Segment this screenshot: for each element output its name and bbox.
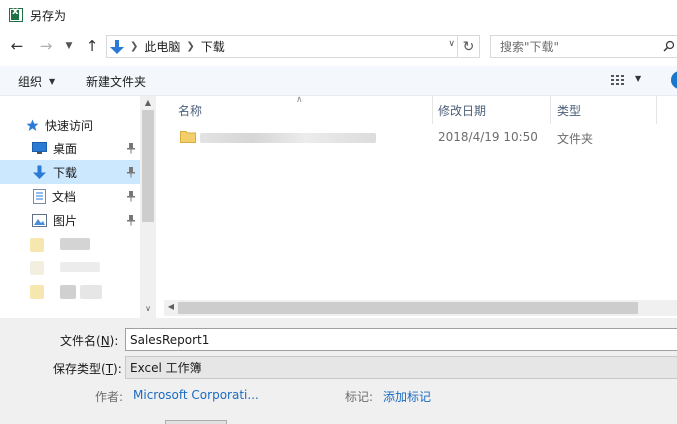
organize-button[interactable]: 组织 ▼	[18, 73, 55, 90]
column-header-label: 名称	[178, 103, 203, 118]
author-link[interactable]: Microsoft Corporati...	[133, 388, 259, 402]
filename-label: 文件名(N):	[60, 334, 119, 348]
scroll-left-arrow-icon[interactable]: ◀	[164, 302, 178, 314]
search-icon[interactable]	[663, 40, 675, 52]
horizontal-scrollbar[interactable]: ◀	[164, 300, 677, 316]
window-title: 另存为	[30, 8, 67, 23]
scroll-down-arrow-icon[interactable]: ∨	[140, 304, 156, 316]
sidebar-item-label: 桌面	[53, 141, 78, 156]
refresh-icon[interactable]: ↻	[457, 36, 479, 57]
sidebar-item-label: 下载	[53, 165, 78, 180]
column-header-type[interactable]: 类型	[557, 96, 581, 124]
picture-icon	[32, 213, 47, 227]
address-dropdown-chevron-icon[interactable]: ∨	[448, 39, 455, 49]
scroll-up-arrow-icon[interactable]: ▲	[140, 98, 156, 110]
author-label: 作者:	[95, 390, 124, 404]
redacted-label	[80, 285, 102, 299]
sidebar-item-quick-access[interactable]: 快速访问	[0, 113, 140, 137]
title-bar: 另存为	[0, 0, 677, 30]
back-arrow-icon[interactable]: ←	[7, 36, 27, 56]
filetype-select[interactable]: Excel 工作簿	[125, 356, 677, 379]
redacted-label	[60, 262, 100, 272]
file-type: 文件夹	[557, 132, 594, 146]
redacted-folder-icon	[30, 238, 44, 252]
filename-field[interactable]	[125, 328, 677, 351]
address-bar[interactable]: ❯ 此电脑 ❯ 下载 ∨ ↻	[106, 35, 480, 58]
column-header-label: 修改日期	[438, 103, 487, 118]
column-divider[interactable]	[656, 96, 657, 124]
navigation-pane-scrollbar[interactable]: ▲ ∨	[140, 96, 156, 318]
sort-ascending-icon: ∧	[296, 95, 303, 105]
pin-icon[interactable]	[126, 214, 136, 226]
chevron-right-icon[interactable]: ❯	[186, 41, 194, 52]
navigation-bar: ← → ▼ ↑ ❯ 此电脑 ❯ 下载 ∨ ↻ 搜索"下载"	[0, 32, 677, 60]
column-divider[interactable]	[432, 96, 433, 124]
chevron-down-icon: ▼	[49, 77, 56, 86]
redacted-folder-name	[200, 133, 376, 143]
redacted-label	[60, 285, 76, 299]
pin-icon[interactable]	[126, 190, 136, 202]
scrollbar-thumb[interactable]	[178, 302, 638, 314]
redacted-label	[60, 238, 90, 250]
star-icon	[26, 119, 39, 131]
redacted-folder-icon	[30, 261, 44, 275]
view-chevron-down-icon[interactable]: ▼	[635, 74, 641, 83]
new-folder-button[interactable]: 新建文件夹	[86, 73, 146, 90]
search-input[interactable]: 搜索"下载"	[490, 35, 677, 58]
add-tags-link[interactable]: 添加标记	[383, 388, 431, 405]
pin-icon[interactable]	[126, 142, 136, 154]
search-placeholder: 搜索"下载"	[500, 40, 560, 54]
sidebar-item-label: 快速访问	[45, 118, 94, 133]
forward-arrow-icon[interactable]: →	[36, 36, 56, 56]
file-modified-date: 2018/4/19 10:50	[438, 130, 538, 144]
sidebar-item-downloads[interactable]: 下载	[0, 160, 140, 184]
file-list: ∧ 名称 修改日期 类型 2018/4/19 10:50 文件夹 ◀	[164, 95, 677, 318]
folder-icon	[180, 131, 196, 143]
column-header-name[interactable]: 名称	[178, 96, 202, 124]
sidebar-item-label: 文档	[52, 189, 77, 204]
navigation-pane: 快速访问 桌面 下载 文档 图片 ▲ ∨	[0, 96, 156, 318]
breadcrumb-downloads[interactable]: 下载	[201, 38, 225, 55]
sidebar-item-desktop[interactable]: 桌面	[0, 136, 140, 160]
column-header-modified[interactable]: 修改日期	[438, 96, 486, 124]
download-folder-icon	[110, 39, 124, 55]
document-icon	[33, 188, 46, 204]
sidebar-item-pictures[interactable]: 图片	[0, 208, 140, 232]
filetype-label: 保存类型(T):	[53, 362, 122, 376]
view-options-icon[interactable]	[610, 72, 626, 88]
organize-label: 组织	[18, 75, 43, 89]
save-form: 文件名(N): 保存类型(T): Excel 工作簿 作者: Microsoft…	[0, 318, 677, 424]
browse-folders-button[interactable]	[165, 420, 227, 424]
tags-label: 标记:	[345, 390, 374, 404]
column-divider[interactable]	[550, 96, 551, 124]
sidebar-item-label: 图片	[53, 213, 78, 228]
download-icon	[33, 165, 46, 179]
desktop-icon	[32, 141, 47, 154]
column-header-label: 类型	[557, 103, 582, 118]
pin-icon[interactable]	[126, 166, 136, 178]
chevron-right-icon[interactable]: ❯	[130, 41, 138, 52]
excel-app-icon	[9, 6, 23, 22]
redacted-folder-icon	[30, 285, 44, 299]
breadcrumb-this-pc[interactable]: 此电脑	[144, 38, 180, 55]
up-arrow-icon[interactable]: ↑	[82, 36, 102, 56]
sidebar-item-documents[interactable]: 文档	[0, 184, 140, 208]
recent-locations-chevron-icon[interactable]: ▼	[62, 36, 76, 56]
help-icon[interactable]	[671, 71, 677, 89]
command-toolbar: 组织 ▼ 新建文件夹 ▼	[0, 66, 677, 96]
filetype-selected-value: Excel 工作簿	[130, 361, 202, 375]
table-row[interactable]: 2018/4/19 10:50 文件夹	[164, 126, 677, 148]
scrollbar-thumb[interactable]	[142, 110, 154, 222]
